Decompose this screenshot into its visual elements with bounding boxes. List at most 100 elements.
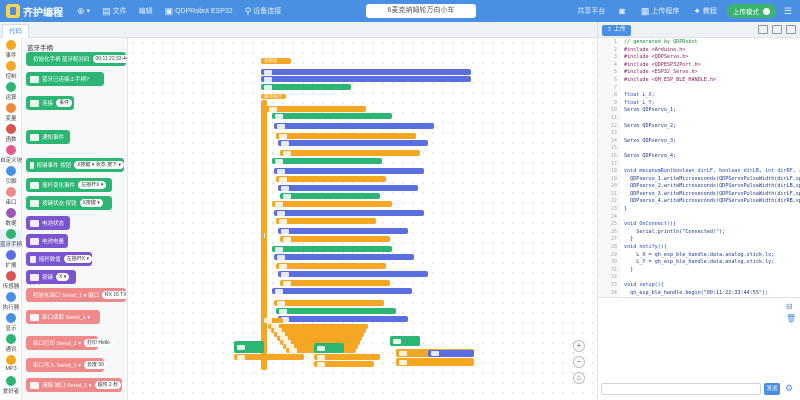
program-block[interactable] <box>280 280 390 286</box>
program-block[interactable] <box>274 254 414 260</box>
code-line[interactable]: Serial.println("Connected!"); <box>624 229 800 237</box>
palette-block[interactable]: 摇杆数值 左摇杆X ▾ <box>26 252 92 266</box>
set-var-block[interactable] <box>314 354 380 360</box>
tab-code[interactable]: 代码 <box>2 24 29 38</box>
palette-block-field[interactable]: 事件 <box>56 99 73 107</box>
palette-block[interactable]: 按键 X ▾ <box>26 270 76 284</box>
code-line[interactable]: Servo QDPservo_1; <box>624 107 800 115</box>
palette-block-field[interactable]: 长度 50 <box>84 361 107 369</box>
settings-icon[interactable]: ⚙ <box>785 383 793 394</box>
program-block[interactable] <box>272 246 392 252</box>
send-button[interactable]: 发送 <box>764 383 780 395</box>
program-block[interactable] <box>272 288 412 294</box>
category-4[interactable]: 变量 <box>0 103 22 122</box>
program-block[interactable] <box>272 158 382 164</box>
zoom-in-button[interactable]: + <box>573 340 585 352</box>
code-line[interactable]: L_Y = qh_esp_ble_handle.data.analog.stic… <box>624 259 800 267</box>
code-line[interactable]: // generated by QDPRobot <box>624 39 800 47</box>
category-7[interactable]: 引脚 <box>0 166 22 185</box>
code-line[interactable] <box>624 214 800 222</box>
palette-block[interactable]: 按键事件 按钮 X按键 ▾ 状态 按下 ▾ <box>26 158 124 172</box>
file-menu[interactable]: ▤ 文件 <box>102 6 127 17</box>
palette-block[interactable]: 摇杆变化事件 左摇杆X ▾ <box>26 178 112 192</box>
palette-block-field[interactable]: X按键 ▾ <box>79 199 103 207</box>
code-line[interactable] <box>624 274 800 282</box>
program-block[interactable] <box>280 193 380 199</box>
code-line[interactable] <box>624 130 800 138</box>
palette-block[interactable]: 串口打印 Serial_1 ▾ 打印 Hello <box>26 336 113 350</box>
code-line[interactable]: QDPservo_1.writeMicroseconds(QDPServoPul… <box>624 176 800 184</box>
program-block[interactable] <box>274 123 434 129</box>
program-block[interactable] <box>272 201 392 207</box>
code-line[interactable]: float L_X; <box>624 92 800 100</box>
palette-block-field[interactable]: RX 16 TX 17 ▾ 波特率 9600 <box>102 291 127 299</box>
code-editor[interactable]: 1 2 3 4 5 6 7 8 9 10 11 12 13 14 15 16 17 18 19 20 21 22 23 24 2… <box>598 39 800 309</box>
palette-block[interactable]: 电池状态 <box>26 216 70 230</box>
code-line[interactable]: void OnConnect(){ <box>624 221 800 229</box>
code-line[interactable]: Servo QDPservo_4; <box>624 153 800 161</box>
mecanum-block[interactable] <box>396 358 474 366</box>
palette-block[interactable]: 清除 端口 Serial_1 ▾ 超时 2 秒 <box>26 378 122 392</box>
code-line[interactable]: QDPservo_2.writeMicroseconds(QDPServoPul… <box>624 183 800 191</box>
category-16[interactable]: MP3 <box>0 355 22 372</box>
servo-init-block[interactable] <box>261 69 471 75</box>
connect-event-hat[interactable] <box>234 341 264 353</box>
program-block[interactable] <box>274 168 424 174</box>
code-line[interactable]: } <box>624 206 800 214</box>
code-line[interactable]: QDPservo_4.writeMicroseconds(QDPServoPul… <box>624 198 800 206</box>
upload-button[interactable]: ⇪ 上传 <box>602 25 631 36</box>
palette-block[interactable]: 串口写入 Serial_1 ▾ 长度 50 <box>26 358 107 372</box>
program-block[interactable] <box>280 236 390 242</box>
code-line[interactable] <box>624 115 800 123</box>
servo-init-block[interactable] <box>261 76 471 82</box>
palette-block-field[interactable]: 超时 2 秒 <box>94 381 122 389</box>
code-line[interactable]: float L_Y; <box>624 100 800 108</box>
palette-block-field[interactable]: X ▾ <box>56 273 70 281</box>
palette-block[interactable]: 初始化串口 Serial_1 ▾ 端口RX 16 TX 17 ▾ 波特率 960… <box>26 288 127 302</box>
expand-icon[interactable] <box>786 25 796 34</box>
share-platform-button[interactable]: 共享平台 <box>577 6 605 16</box>
category-11[interactable]: 扩展 <box>0 250 22 269</box>
code-line[interactable]: QDPservo_3.writeMicroseconds(QDPServoPul… <box>624 191 800 199</box>
loop-bracket[interactable] <box>261 100 267 370</box>
code-line[interactable]: #include <Arduino.h> <box>624 47 800 55</box>
program-block[interactable] <box>276 176 386 182</box>
palette-block-field[interactable]: 左摇杆X ▾ <box>78 181 107 189</box>
program-block[interactable] <box>280 150 420 156</box>
palette-block-field[interactable]: 打印 Hello <box>84 339 113 347</box>
category-2[interactable]: 控制 <box>0 61 22 80</box>
code-line[interactable]: #include <QH_ESP_BLE_HANDLE.h> <box>624 77 800 85</box>
category-1[interactable]: 事件 <box>0 40 22 59</box>
palette-block-field[interactable]: 00:11:22:33:44:55 <box>92 55 127 63</box>
code-line[interactable]: #include <ESP32_Servo.h> <box>624 69 800 77</box>
tutorial-button[interactable]: ✦ 教程 <box>693 6 717 17</box>
open-window-icon[interactable] <box>772 25 782 34</box>
code-line[interactable] <box>624 85 800 93</box>
category-3[interactable]: 运算 <box>0 82 22 101</box>
gamepad-event-hat[interactable] <box>390 336 420 346</box>
copy-icon[interactable] <box>758 25 768 34</box>
code-line[interactable] <box>624 161 800 169</box>
program-block[interactable] <box>276 133 416 139</box>
code-line[interactable]: L_X = qh_esp_ble_handle.data.analog.stic… <box>624 252 800 260</box>
palette-block[interactable]: 初始化手柄 蓝牙配对码00:11:22:33:44:55 <box>26 52 127 66</box>
category-12[interactable]: 传感器 <box>0 271 22 290</box>
program-block[interactable] <box>274 210 424 216</box>
loop-label[interactable]: 循环执行 <box>261 94 286 99</box>
project-name-input[interactable]: 6麦克纳姆轮万向小车 <box>366 4 476 18</box>
category-8[interactable]: 串口 <box>0 187 22 206</box>
category-5[interactable]: 函数 <box>0 124 22 143</box>
program-block[interactable] <box>278 185 418 191</box>
palette-block[interactable]: 蓝牙已连接上手柄? <box>26 72 104 86</box>
program-block[interactable] <box>276 263 386 269</box>
code-line[interactable]: void setup(){ <box>624 282 800 290</box>
code-line[interactable]: #include <QDPESP32Port.h> <box>624 62 800 70</box>
start-hat-block[interactable]: 初始化 <box>261 58 291 64</box>
palette-block-field[interactable]: 左摇杆X ▾ <box>63 255 92 263</box>
program-block[interactable] <box>278 228 408 234</box>
program-block[interactable] <box>278 316 408 322</box>
serial-print-block[interactable] <box>234 354 304 360</box>
program-block[interactable] <box>278 271 428 277</box>
code-line[interactable]: void mecanumRun(boolean dirLF, boolean d… <box>624 168 800 176</box>
serial-input[interactable] <box>601 383 761 395</box>
